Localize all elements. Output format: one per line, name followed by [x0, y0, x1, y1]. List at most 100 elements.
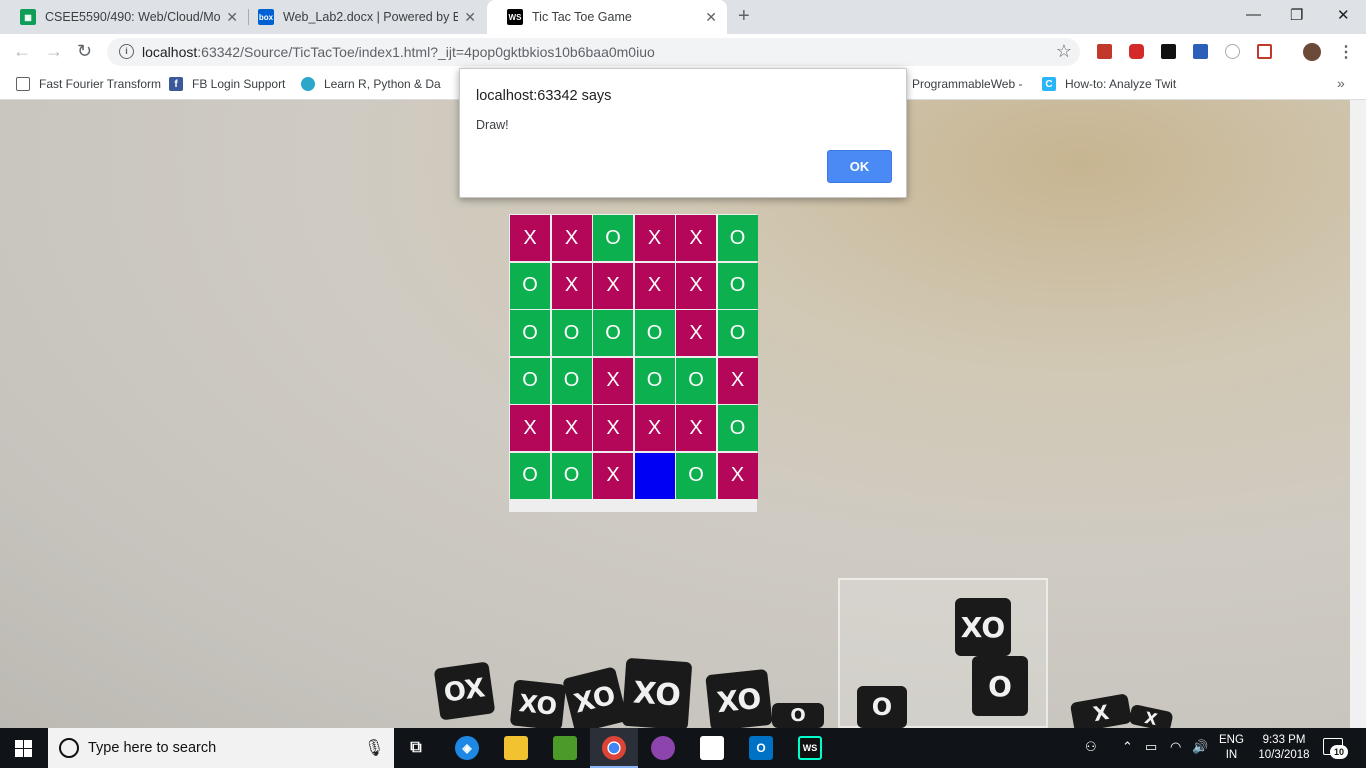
board-cell[interactable]: X	[593, 357, 633, 404]
close-icon[interactable]: ✕	[705, 9, 717, 26]
extension-icon[interactable]	[1097, 44, 1112, 59]
microphone-icon[interactable]: 🎙	[364, 738, 384, 758]
board-cell[interactable]: O	[551, 357, 592, 404]
region-code: IN	[1225, 749, 1238, 761]
board-cell[interactable]: X	[551, 262, 592, 309]
bookmark-item[interactable]: Fast Fourier Transform	[16, 77, 161, 91]
jetbrains-icon[interactable]	[1161, 44, 1176, 59]
windows-taskbar: Type here to search 🎙 ⧉ ◈ O WS ⚇ ⌃ ▭ ◠ 🔊…	[0, 728, 1366, 768]
board-cell[interactable]: X	[634, 405, 675, 451]
board-cell[interactable]: X	[717, 452, 758, 499]
box-icon: box	[258, 9, 274, 25]
address-bar[interactable]: i localhost:63342/Source/TicTacToe/index…	[107, 38, 1080, 66]
board-cell[interactable]: X	[510, 405, 550, 451]
reload-icon[interactable]: ↻	[77, 41, 92, 62]
close-icon[interactable]: ✕	[226, 9, 238, 26]
board-cell[interactable]: O	[510, 262, 550, 309]
bookmark-label: Learn R, Python & Da	[324, 77, 441, 91]
board-cell[interactable]: X	[510, 215, 550, 261]
board-cell[interactable]: X	[634, 215, 675, 261]
board-cell[interactable]: X	[593, 262, 633, 309]
clock-time: 9:33 PM	[1262, 734, 1306, 746]
board-cell[interactable]: O	[510, 357, 550, 404]
back-icon[interactable]: ←	[13, 41, 31, 62]
bookmark-item[interactable]: f FB Login Support	[169, 77, 285, 91]
board-cell[interactable]: X	[634, 262, 675, 309]
board-cell[interactable]: O	[634, 357, 675, 404]
board-cell[interactable]: O	[593, 215, 633, 261]
board-cell[interactable]: X	[593, 452, 633, 499]
new-tab-button[interactable]: +	[738, 5, 750, 28]
board-cell[interactable]: X	[551, 405, 592, 451]
wifi-icon[interactable]: ◠	[1170, 739, 1181, 755]
minimize-icon[interactable]: —	[1246, 6, 1261, 23]
board-cell[interactable]: O	[551, 310, 592, 356]
windows-start-icon[interactable]	[15, 740, 32, 757]
board-cell[interactable]: X	[676, 215, 716, 261]
page-icon	[16, 77, 30, 91]
extension-icon[interactable]	[1225, 44, 1240, 59]
board-cell[interactable]: X	[676, 262, 716, 309]
extension-icon[interactable]	[1129, 44, 1144, 59]
board-cell[interactable]: O	[717, 405, 758, 451]
extension-icon[interactable]	[1257, 44, 1272, 59]
bookmark-extension-icon[interactable]	[1193, 44, 1208, 59]
chrome-icon[interactable]	[602, 736, 626, 760]
alert-dialog: localhost:63342 says Draw! OK	[459, 68, 907, 198]
app-icon[interactable]	[553, 736, 577, 760]
file-explorer-icon[interactable]	[504, 736, 528, 760]
board-cell[interactable]: O	[510, 310, 550, 356]
shield-icon	[301, 77, 315, 91]
taskbar-search-box[interactable]: Type here to search 🎙	[48, 728, 394, 768]
tab-sheet[interactable]: ▦ CSEE5590/490: Web/Cloud/Mobi ✕	[0, 0, 248, 34]
outlook-icon[interactable]: O	[749, 736, 773, 760]
safari-icon[interactable]: ◈	[455, 736, 479, 760]
url-text[interactable]: localhost:63342/Source/TicTacToe/index1.…	[142, 44, 655, 60]
board-cell[interactable]: O	[510, 452, 550, 499]
board-cell[interactable]: O	[717, 262, 758, 309]
bookmark-item[interactable]: ProgrammableWeb -	[912, 77, 1022, 91]
c-icon: C	[1042, 77, 1056, 91]
tab-box[interactable]: box Web_Lab2.docx | Powered by Bo ✕	[238, 0, 486, 34]
board-cell[interactable]: X	[717, 357, 758, 404]
chevron-up-icon[interactable]: ⌃	[1122, 739, 1133, 755]
menu-icon[interactable]: ⋮	[1338, 42, 1354, 62]
volume-icon[interactable]: 🔊	[1192, 739, 1208, 755]
language-indicator[interactable]: ENG IN	[1219, 733, 1244, 763]
dice-image: XO	[621, 657, 693, 728]
board-cell[interactable]: X	[551, 215, 592, 261]
restore-icon[interactable]: ❐	[1290, 6, 1303, 24]
task-view-icon[interactable]: ⧉	[404, 736, 428, 760]
sticky-notes-icon[interactable]	[700, 736, 724, 760]
board-cell[interactable]: O	[593, 310, 633, 356]
board-cell[interactable]: O	[676, 452, 716, 499]
dice-image: O	[857, 686, 907, 728]
board-cell[interactable]	[634, 452, 675, 499]
bookmark-item[interactable]: C How-to: Analyze Twit	[1042, 77, 1176, 91]
more-bookmarks-icon[interactable]: »	[1337, 75, 1345, 91]
close-icon[interactable]: ✕	[464, 9, 476, 26]
battery-icon[interactable]: ▭	[1145, 739, 1157, 755]
tab-tictactoe[interactable]: WS Tic Tac Toe Game ✕	[487, 0, 727, 34]
scrollbar[interactable]	[1350, 100, 1366, 728]
forward-icon[interactable]: →	[45, 41, 63, 62]
avatar[interactable]	[1303, 43, 1321, 61]
bookmark-item[interactable]: Learn R, Python & Da	[301, 77, 441, 91]
board-cell[interactable]: O	[551, 452, 592, 499]
board-cell[interactable]: O	[676, 357, 716, 404]
board-cell[interactable]: O	[717, 310, 758, 356]
close-window-icon[interactable]: ✕	[1337, 6, 1350, 24]
info-icon[interactable]: i	[119, 44, 134, 59]
board-cell[interactable]: X	[593, 405, 633, 451]
clock[interactable]: 9:33 PM 10/3/2018	[1253, 733, 1315, 763]
webstorm-icon[interactable]: WS	[798, 736, 822, 760]
board-cell[interactable]: O	[717, 215, 758, 261]
ok-button[interactable]: OK	[827, 150, 892, 183]
dialog-message: Draw!	[476, 118, 509, 132]
bookmark-star-icon[interactable]: ☆	[1056, 41, 1072, 62]
board-cell[interactable]: X	[676, 310, 716, 356]
github-desktop-icon[interactable]	[651, 736, 675, 760]
board-cell[interactable]: O	[634, 310, 675, 356]
board-cell[interactable]: X	[676, 405, 716, 451]
people-icon[interactable]: ⚇	[1085, 739, 1097, 755]
